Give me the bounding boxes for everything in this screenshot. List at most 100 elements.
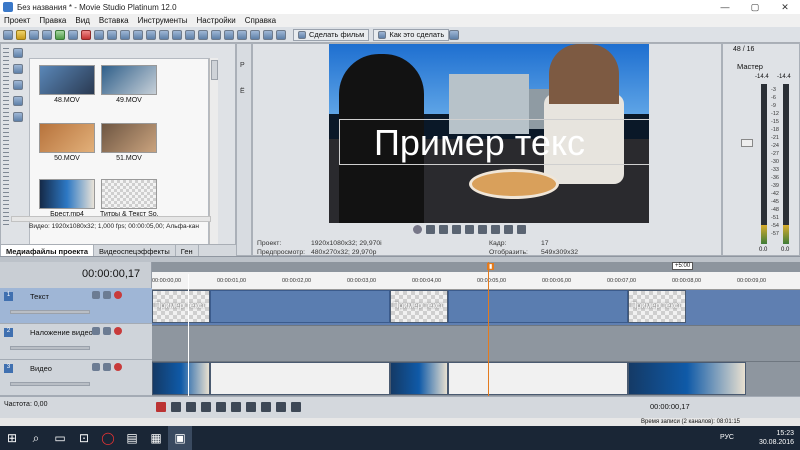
pause-icon[interactable] xyxy=(452,225,461,234)
start-icon[interactable]: ⊞ xyxy=(0,426,24,450)
menu-project[interactable]: Проект xyxy=(4,16,30,25)
menu-tools[interactable]: Инструменты xyxy=(138,16,188,25)
next-frame-icon[interactable] xyxy=(491,225,500,234)
record-button[interactable] xyxy=(156,402,166,412)
solo-icon[interactable] xyxy=(103,291,111,299)
text-lane[interactable]: Пример текст Пример текст Пример текст xyxy=(152,290,800,326)
opera-icon[interactable]: ◯ xyxy=(96,426,120,450)
video-clip[interactable] xyxy=(390,362,448,395)
media-item[interactable]: Титры & Текст So... xyxy=(100,179,158,221)
tools-icon[interactable] xyxy=(449,29,460,40)
cut-icon[interactable] xyxy=(81,29,91,40)
media-item[interactable]: 49.MOV xyxy=(100,65,158,107)
undo-icon[interactable] xyxy=(120,29,130,40)
mute-icon[interactable] xyxy=(92,363,100,371)
play-button[interactable] xyxy=(201,402,211,412)
loop-icon[interactable] xyxy=(413,225,422,234)
media-item[interactable]: 51.MOV xyxy=(100,123,158,165)
video-clip[interactable] xyxy=(152,362,210,395)
crop-icon[interactable] xyxy=(211,29,221,40)
render-icon[interactable] xyxy=(42,29,52,40)
clock-time[interactable]: 15:23 xyxy=(759,429,794,438)
clock-date[interactable]: 30.08.2016 xyxy=(759,438,794,447)
media-view-icon[interactable] xyxy=(13,64,23,74)
track-opacity-slider[interactable] xyxy=(10,310,90,314)
side-tab-e[interactable]: Ё xyxy=(240,88,245,95)
minimize-button[interactable]: — xyxy=(710,0,740,14)
mute-icon[interactable] xyxy=(92,327,100,335)
play-from-start-icon[interactable] xyxy=(426,225,435,234)
media-sort-icon[interactable] xyxy=(13,80,23,90)
color-icon[interactable] xyxy=(276,29,286,40)
lock-icon[interactable] xyxy=(185,29,195,40)
files-icon[interactable]: ▤ xyxy=(120,426,144,450)
network-icon[interactable]: ▦ xyxy=(144,426,168,450)
settings-icon[interactable] xyxy=(198,29,208,40)
menu-edit[interactable]: Правка xyxy=(39,16,66,25)
maximize-button[interactable]: ▢ xyxy=(740,0,770,14)
stop-button[interactable] xyxy=(231,402,241,412)
pause-button[interactable] xyxy=(216,402,226,412)
grid-icon[interactable] xyxy=(237,29,247,40)
settings-icon[interactable] xyxy=(517,225,526,234)
time-ruler[interactable]: 00:00:00,00 00:00:01,00 00:00:02,00 00:00:0… xyxy=(152,272,800,290)
media-tag-icon[interactable] xyxy=(13,96,23,106)
redo-icon[interactable] xyxy=(133,29,143,40)
go-start-button[interactable] xyxy=(246,402,256,412)
capture-icon[interactable] xyxy=(68,29,78,40)
menu-settings[interactable]: Настройки xyxy=(197,16,236,25)
snap-icon[interactable] xyxy=(146,29,156,40)
text-clip[interactable]: Пример текст xyxy=(152,290,210,323)
zoom-tool-icon[interactable] xyxy=(172,29,182,40)
video-clip[interactable] xyxy=(628,362,746,395)
next-frame-button[interactable] xyxy=(291,402,301,412)
media-import-icon[interactable] xyxy=(13,48,23,58)
text-clip-body[interactable] xyxy=(210,290,390,323)
track-header-overlay[interactable]: 2 Наложение видео xyxy=(0,324,152,360)
prev-frame-button[interactable] xyxy=(276,402,286,412)
record-icon[interactable] xyxy=(114,363,122,371)
import-icon[interactable] xyxy=(55,29,65,40)
text-clip-body[interactable] xyxy=(448,290,628,323)
record-icon[interactable] xyxy=(114,291,122,299)
track-opacity-slider[interactable] xyxy=(10,382,90,386)
select-tool-icon[interactable] xyxy=(159,29,169,40)
play-from-start-button[interactable] xyxy=(186,402,196,412)
go-end-button[interactable] xyxy=(261,402,271,412)
loop-region-marker[interactable]: +5:00 xyxy=(672,262,694,270)
overlay-lane[interactable] xyxy=(152,326,800,362)
store-icon[interactable]: ⊡ xyxy=(72,426,96,450)
track-header-video[interactable]: 3 Видео xyxy=(0,360,152,396)
video-lane[interactable] xyxy=(152,362,800,398)
search-icon[interactable]: ⌕ xyxy=(24,426,48,450)
media-hscrollbar[interactable] xyxy=(11,216,211,222)
track-opacity-slider[interactable] xyxy=(10,346,90,350)
fx-icon[interactable] xyxy=(224,29,234,40)
save-icon[interactable] xyxy=(29,29,39,40)
language-indicator[interactable]: РУС xyxy=(720,433,734,442)
panel-grip[interactable] xyxy=(3,48,9,228)
audio-icon[interactable] xyxy=(263,29,273,40)
timeline-area[interactable]: ▮ +5:00 00:00:00,00 00:00:01,00 00:00:02,0… xyxy=(152,262,800,400)
media-item[interactable]: 48.MOV xyxy=(38,65,96,107)
menu-insert[interactable]: Вставка xyxy=(99,16,129,25)
how-to-button[interactable]: Как это сделать xyxy=(373,28,450,41)
stop-icon[interactable] xyxy=(465,225,474,234)
master-fader[interactable] xyxy=(741,139,753,147)
media-item[interactable]: 50.MOV xyxy=(38,123,96,165)
menu-view[interactable]: Вид xyxy=(75,16,89,25)
task-view-icon[interactable]: ▭ xyxy=(48,426,72,450)
solo-icon[interactable] xyxy=(103,363,111,371)
record-icon[interactable] xyxy=(114,327,122,335)
close-button[interactable]: ✕ xyxy=(770,0,800,14)
loop-button[interactable] xyxy=(171,402,181,412)
make-movie-button[interactable]: Сделать фильм xyxy=(293,28,370,41)
end-icon[interactable] xyxy=(504,225,513,234)
text-clip[interactable]: Пример текст xyxy=(628,290,686,323)
prev-frame-icon[interactable] xyxy=(478,225,487,234)
text-clip[interactable]: Пример текст xyxy=(390,290,448,323)
new-project-icon[interactable] xyxy=(3,29,13,40)
open-folder-icon[interactable] xyxy=(16,29,26,40)
solo-icon[interactable] xyxy=(103,327,111,335)
playhead-line[interactable] xyxy=(488,262,489,400)
